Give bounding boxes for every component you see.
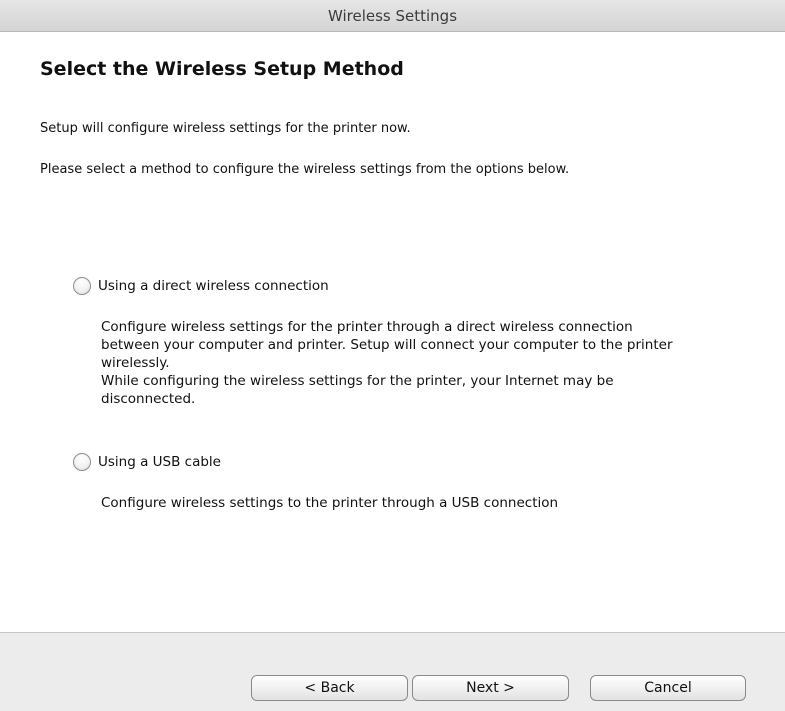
intro-text-setup: Setup will configure wireless settings f… [40, 121, 411, 136]
description-line: Configure wireless settings to the print… [101, 495, 559, 511]
direct-wireless-radio[interactable] [73, 277, 91, 295]
option-usb-cable[interactable]: Using a USB cable [73, 453, 221, 471]
window-titlebar[interactable]: Wireless Settings [0, 0, 785, 32]
window-title: Wireless Settings [327, 7, 458, 25]
description-line: While configuring the wireless settings … [101, 373, 614, 389]
option-direct-wireless[interactable]: Using a direct wireless connection [73, 277, 329, 295]
description-line: between your computer and printer. Setup… [101, 337, 673, 353]
direct-wireless-description: Configure wireless settings for the prin… [101, 318, 771, 408]
page-title: Select the Wireless Setup Method [40, 58, 404, 80]
description-line: wirelessly. [101, 355, 170, 371]
back-button[interactable]: < Back [251, 675, 408, 701]
usb-cable-radio[interactable] [73, 453, 91, 471]
usb-cable-label[interactable]: Using a USB cable [98, 454, 221, 470]
wireless-settings-window: Wireless Settings Select the Wireless Se… [0, 0, 785, 711]
next-button[interactable]: Next > [412, 675, 569, 701]
direct-wireless-label[interactable]: Using a direct wireless connection [98, 278, 329, 294]
description-line: Configure wireless settings for the prin… [101, 319, 633, 335]
intro-text-select-method: Please select a method to configure the … [40, 162, 570, 177]
cancel-button[interactable]: Cancel [590, 675, 746, 701]
description-line: disconnected. [101, 391, 196, 407]
usb-cable-description: Configure wireless settings to the print… [101, 494, 751, 512]
